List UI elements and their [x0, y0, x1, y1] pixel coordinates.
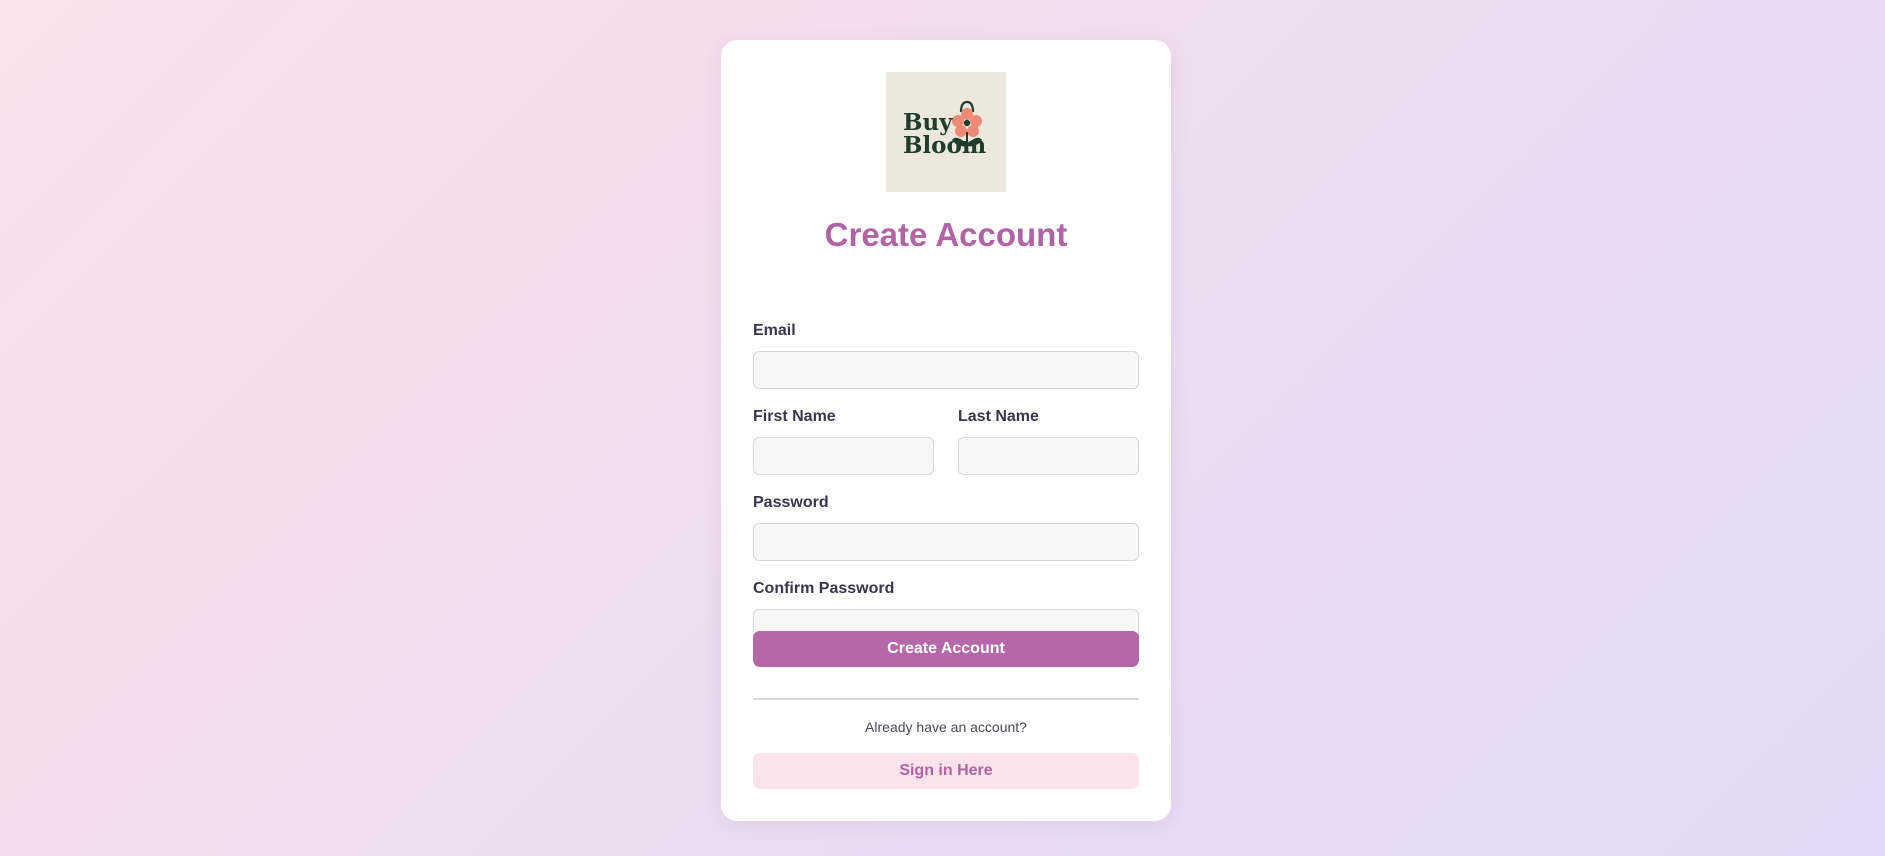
- last-name-label: Last Name: [958, 408, 1039, 425]
- last-name-field[interactable]: [958, 437, 1139, 475]
- divider: [753, 698, 1139, 700]
- email-field[interactable]: [753, 351, 1139, 389]
- confirm-password-label: Confirm Password: [753, 580, 895, 597]
- first-name-field[interactable]: [753, 437, 934, 475]
- password-field[interactable]: [753, 523, 1139, 561]
- email-label: Email: [753, 322, 796, 339]
- sign-in-button[interactable]: Sign in Here: [753, 753, 1139, 789]
- brand-logo: Buy Bloom: [886, 72, 1006, 192]
- password-label: Password: [753, 494, 829, 511]
- flower-bag-icon: Buy Bloom: [886, 72, 1006, 192]
- first-name-label: First Name: [753, 408, 836, 425]
- logo-text-line2: Bloom: [903, 132, 986, 159]
- signin-prompt: Already have an account?: [865, 719, 1027, 735]
- page-title: Create Account: [824, 216, 1068, 253]
- signup-card: Buy Bloom Create Account Email First Nam…: [721, 40, 1171, 821]
- create-account-button[interactable]: Create Account: [753, 631, 1139, 667]
